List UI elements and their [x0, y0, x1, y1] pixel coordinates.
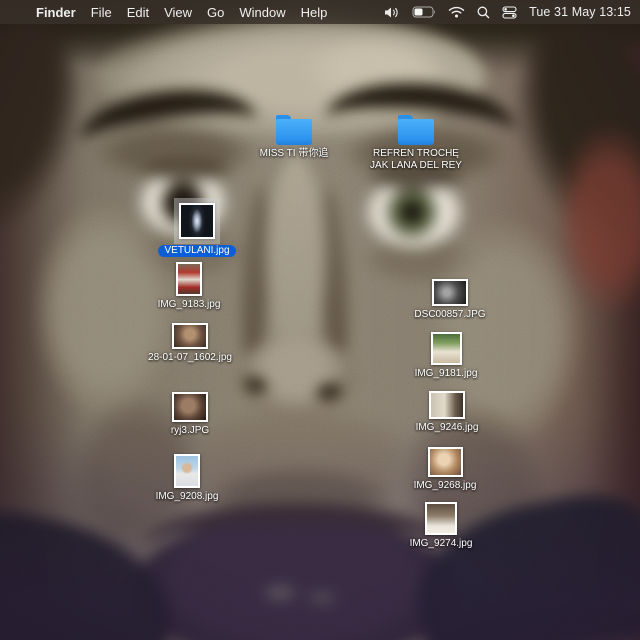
file-label[interactable]: IMG_9268.jpg	[414, 480, 477, 492]
desktop-wallpaper	[0, 0, 640, 640]
desktop-file-img9246[interactable]: IMG_9246.jpg	[397, 391, 497, 434]
spotlight-icon[interactable]	[477, 6, 490, 19]
wallpaper-face	[0, 0, 640, 640]
folder-icon[interactable]	[276, 119, 312, 145]
desktop-folder-missti[interactable]: MISS TI 带你追	[244, 113, 344, 160]
control-center-icon[interactable]	[502, 6, 517, 19]
desktop-file-img9181[interactable]: IMG_9181.jpg	[396, 332, 496, 380]
file-label[interactable]: IMG_9208.jpg	[156, 491, 219, 503]
desktop-file-img9274[interactable]: IMG_9274.jpg	[391, 502, 491, 550]
menu-go[interactable]: Go	[207, 5, 224, 20]
desktop-file-280107[interactable]: 28-01-07_1602.jpg	[140, 323, 240, 364]
battery-icon[interactable]	[412, 6, 436, 18]
file-label[interactable]: IMG_9183.jpg	[158, 299, 221, 311]
image-thumbnail[interactable]	[179, 203, 215, 239]
wifi-icon[interactable]	[448, 6, 465, 18]
file-label-selected[interactable]: VETULANI.jpg	[158, 245, 235, 257]
menu-edit[interactable]: Edit	[127, 5, 149, 20]
menu-file[interactable]: File	[91, 5, 112, 20]
image-thumbnail[interactable]	[431, 332, 462, 365]
file-label[interactable]: DSC00857.JPG	[414, 309, 485, 321]
desktop-folder-refren[interactable]: REFREN TROCHĘ JAK LANA DEL REY	[366, 113, 466, 172]
image-thumbnail[interactable]	[432, 279, 468, 306]
folder-label[interactable]: REFREN TROCHĘ JAK LANA DEL REY	[370, 148, 462, 172]
image-thumbnail[interactable]	[429, 391, 465, 419]
menu-bar: Finder File Edit View Go Window Help	[0, 0, 640, 24]
menu-window[interactable]: Window	[239, 5, 285, 20]
menu-bar-clock[interactable]: Tue 31 May 13:15	[529, 5, 631, 19]
desktop-file-img9208[interactable]: IMG_9208.jpg	[137, 454, 237, 503]
menu-help[interactable]: Help	[301, 5, 328, 20]
menu-view[interactable]: View	[164, 5, 192, 20]
image-thumbnail[interactable]	[172, 392, 208, 422]
image-thumbnail[interactable]	[425, 502, 457, 535]
file-label[interactable]: 28-01-07_1602.jpg	[148, 352, 232, 364]
desktop-file-ryj3[interactable]: ryj3.JPG	[140, 392, 240, 437]
desktop-file-dsc00857[interactable]: DSC00857.JPG	[400, 279, 500, 321]
desktop-file-img9183[interactable]: IMG_9183.jpg	[139, 262, 239, 311]
image-thumbnail[interactable]	[428, 447, 463, 477]
image-thumbnail[interactable]	[176, 262, 202, 296]
image-thumbnail[interactable]	[174, 454, 200, 488]
file-label[interactable]: ryj3.JPG	[171, 425, 209, 437]
file-label[interactable]: IMG_9246.jpg	[416, 422, 479, 434]
file-label[interactable]: IMG_9181.jpg	[415, 368, 478, 380]
file-label[interactable]: IMG_9274.jpg	[410, 538, 473, 550]
volume-icon[interactable]	[384, 6, 400, 19]
desktop-file-vetulani[interactable]: VETULANI.jpg	[147, 203, 247, 257]
desktop-file-img9268[interactable]: IMG_9268.jpg	[395, 447, 495, 492]
folder-label[interactable]: MISS TI 带你追	[260, 148, 329, 160]
image-thumbnail[interactable]	[172, 323, 208, 349]
app-menu-finder[interactable]: Finder	[36, 5, 76, 20]
folder-icon[interactable]	[398, 119, 434, 145]
